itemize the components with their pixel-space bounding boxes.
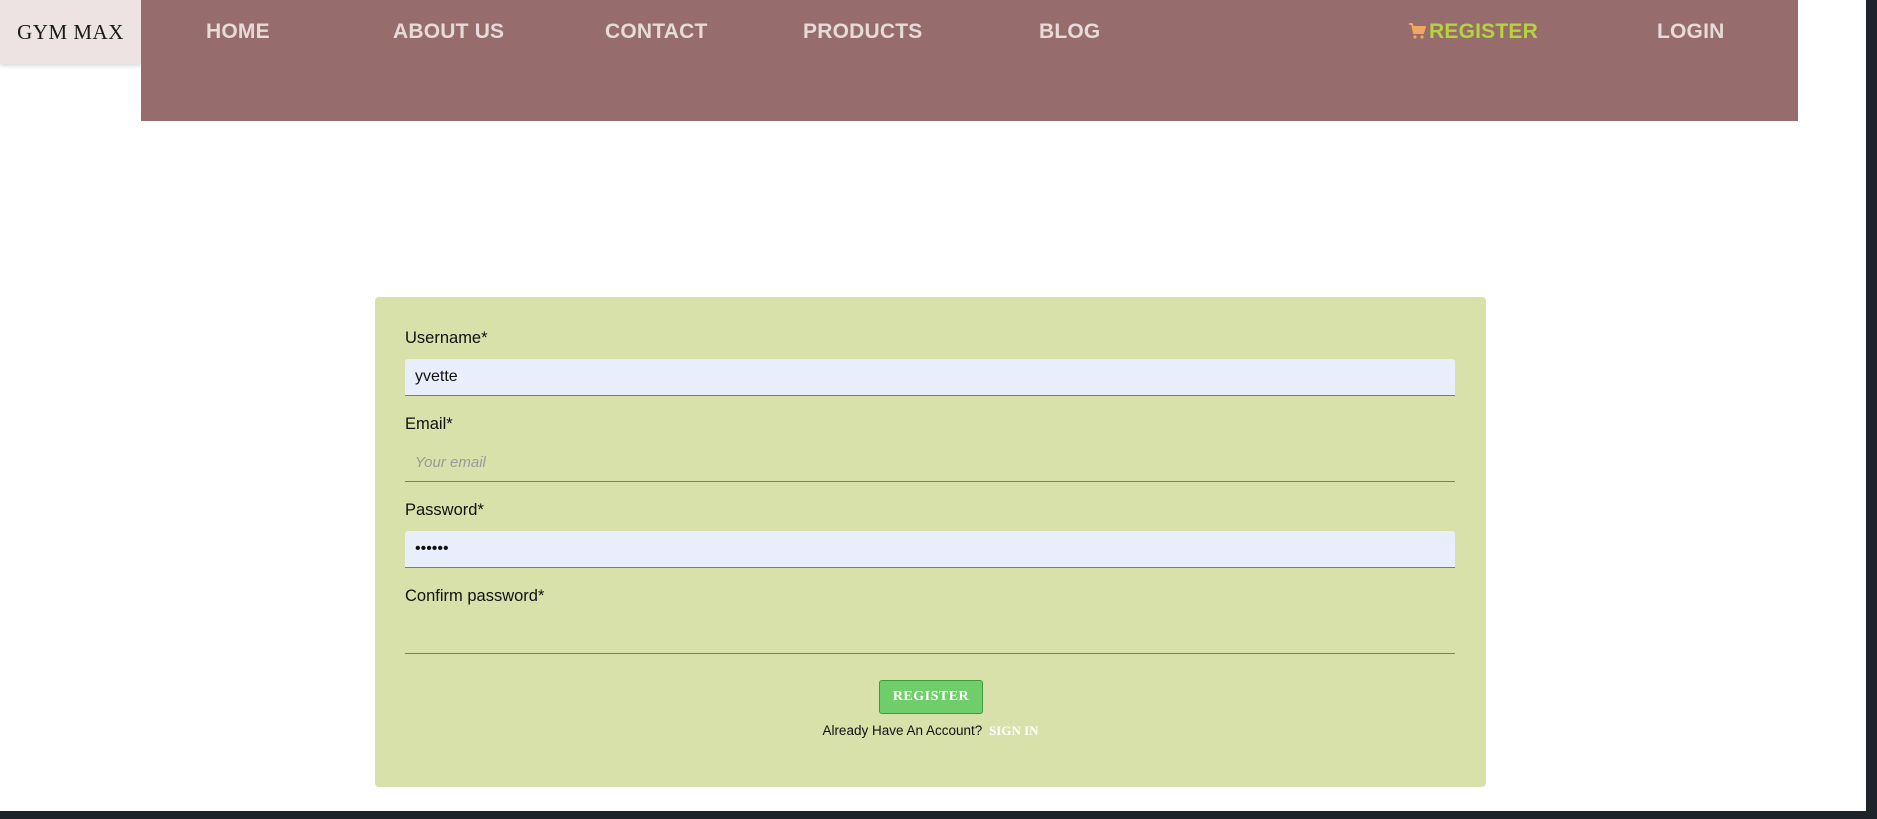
signin-prompt: Already Have An Account? SIGN IN bbox=[375, 723, 1486, 739]
username-input[interactable] bbox=[405, 359, 1455, 396]
logo[interactable]: GYM MAX bbox=[0, 0, 141, 64]
username-label: Username* bbox=[405, 329, 488, 347]
nav-home[interactable]: HOME bbox=[206, 20, 270, 44]
confirm-password-input[interactable] bbox=[405, 617, 1455, 654]
taskbar bbox=[0, 811, 1877, 819]
nav-login[interactable]: LOGIN bbox=[1657, 20, 1725, 44]
window-edge bbox=[1866, 0, 1877, 819]
password-label: Password* bbox=[405, 501, 484, 519]
email-label: Email* bbox=[405, 415, 453, 433]
email-input[interactable] bbox=[405, 445, 1455, 482]
nav-about-us[interactable]: ABOUT US bbox=[393, 20, 504, 44]
nav-products[interactable]: PRODUCTS bbox=[803, 20, 922, 44]
nav-blog[interactable]: BLOG bbox=[1039, 20, 1100, 44]
password-input[interactable] bbox=[405, 531, 1455, 568]
shopping-cart-icon[interactable] bbox=[1408, 22, 1426, 40]
sign-in-link[interactable]: SIGN IN bbox=[989, 723, 1039, 738]
register-form: Username* Email* Password* Confirm passw… bbox=[375, 297, 1486, 787]
confirm-password-label: Confirm password* bbox=[405, 587, 545, 605]
nav-register[interactable]: REGISTER bbox=[1429, 20, 1538, 44]
register-submit-button[interactable]: REGISTER bbox=[879, 680, 983, 714]
account-prompt-text: Already Have An Account? bbox=[822, 723, 983, 738]
nav-contact[interactable]: CONTACT bbox=[605, 20, 708, 44]
main-navbar: HOME ABOUT US CONTACT PRODUCTS BLOG REGI… bbox=[141, 0, 1798, 121]
